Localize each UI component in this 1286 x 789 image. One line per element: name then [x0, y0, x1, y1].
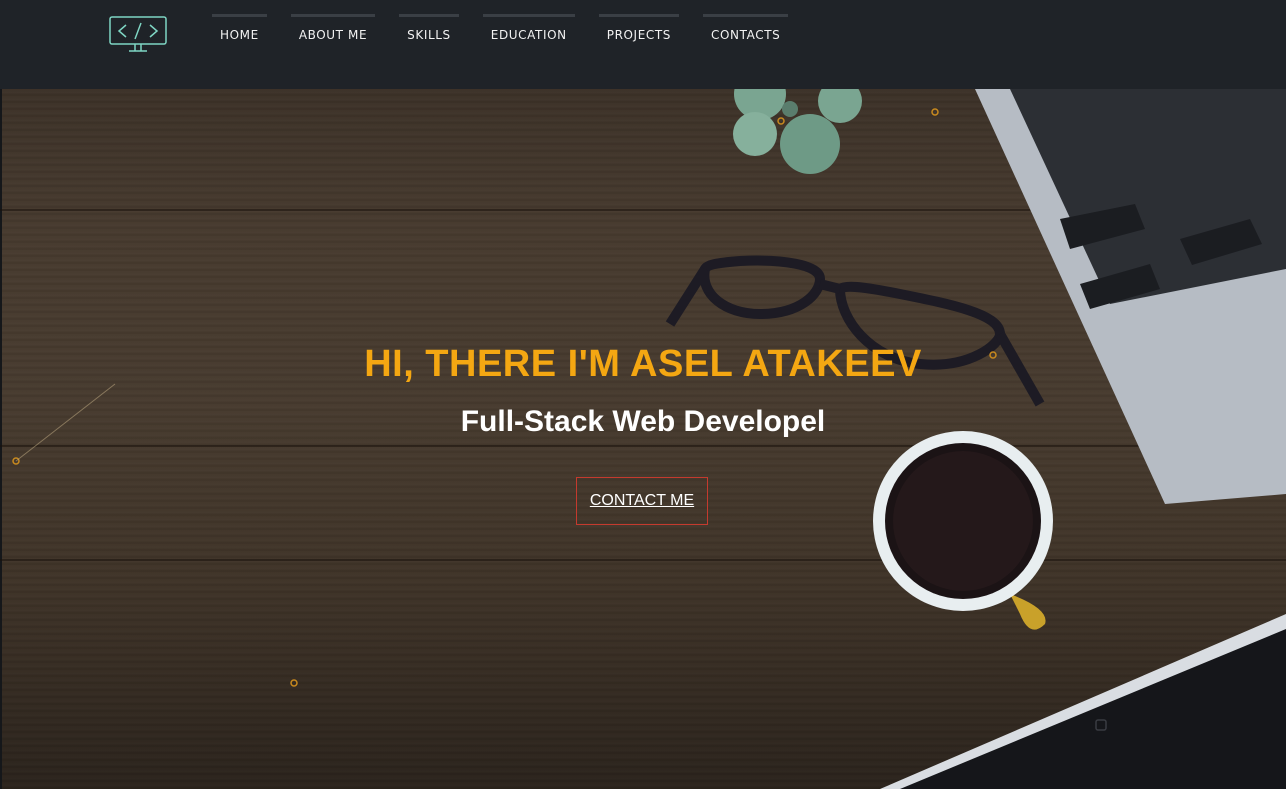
nav-skills[interactable]: SKILLS: [399, 14, 459, 54]
site-header: HOME ABOUT ME SKILLS EDUCATION PROJECTS …: [0, 0, 1286, 89]
desk-scene-illustration: [12, 89, 1286, 789]
contact-me-button[interactable]: CONTACT ME: [576, 477, 708, 525]
nav-education[interactable]: EDUCATION: [482, 14, 575, 54]
hero-subtitle: Full-Stack Web Developel: [460, 405, 826, 438]
coffee-mug-illustration: [873, 431, 1053, 630]
hero-title: HI, THERE I'M ASEL ATAKEEV: [364, 343, 922, 385]
nav-about-me[interactable]: ABOUT ME: [290, 14, 376, 54]
plant-illustration: [733, 89, 862, 174]
nav-contacts[interactable]: CONTACTS: [703, 14, 789, 54]
nav-projects[interactable]: PROJECTS: [598, 14, 680, 54]
code-monitor-icon[interactable]: [109, 16, 167, 54]
main-nav: HOME ABOUT ME SKILLS EDUCATION PROJECTS …: [212, 14, 789, 54]
nav-home[interactable]: HOME: [212, 14, 267, 54]
particle-decoration: [12, 108, 997, 687]
tablet-illustration: [880, 614, 1286, 789]
laptop-illustration: [975, 89, 1286, 504]
hero-section: HI, THERE I'M ASEL ATAKEEV Full-Stack We…: [0, 89, 1286, 789]
